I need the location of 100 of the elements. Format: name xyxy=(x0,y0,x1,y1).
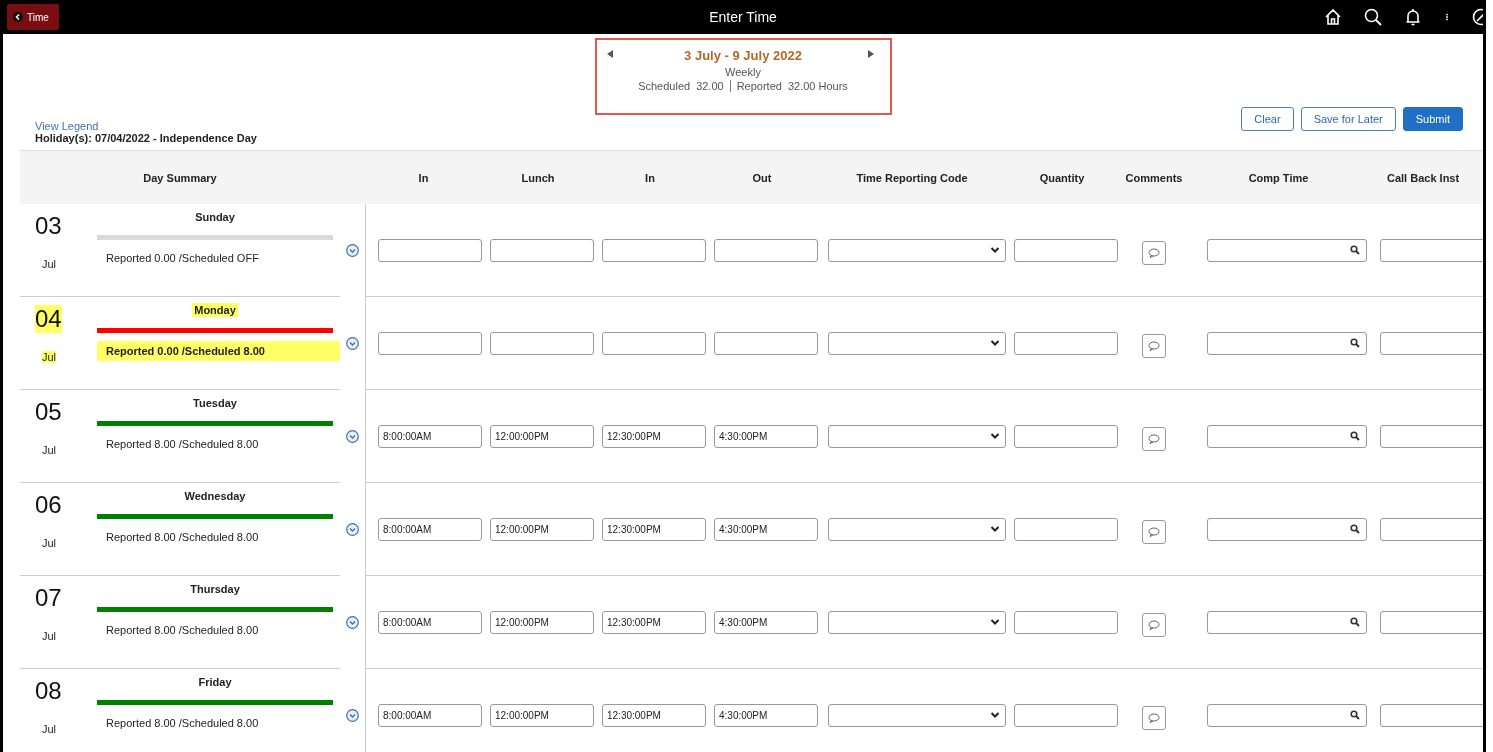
search-icon xyxy=(1350,245,1360,255)
chevron-down-icon xyxy=(990,524,1000,534)
quantity-field[interactable] xyxy=(1014,610,1118,634)
time-reporting-code-dropdown[interactable] xyxy=(828,238,1006,262)
comment-button[interactable] xyxy=(1142,613,1166,637)
column-header: Comments xyxy=(1124,171,1184,184)
comp-time-field[interactable] xyxy=(1207,331,1367,355)
column-header: Out xyxy=(751,171,773,184)
time-field[interactable]: 8:00:00AM xyxy=(378,703,482,727)
chevron-down-icon xyxy=(990,617,1000,627)
time-reporting-code-dropdown[interactable] xyxy=(828,424,1006,448)
holiday-note: Holiday(s): 07/04/2022 - Independence Day xyxy=(35,132,258,144)
quantity-field[interactable] xyxy=(1014,331,1118,355)
comp-time-field[interactable] xyxy=(1207,424,1367,448)
expand-icon[interactable] xyxy=(346,523,359,536)
expand-icon[interactable] xyxy=(346,616,359,629)
previous-arrow-icon[interactable] xyxy=(606,50,613,58)
time-field[interactable] xyxy=(490,238,594,262)
comp-time-field[interactable] xyxy=(1207,517,1367,541)
time-field[interactable]: 8:00:00AM xyxy=(378,424,482,448)
time-reporting-code-dropdown[interactable] xyxy=(828,610,1006,634)
next-arrow-icon[interactable] xyxy=(867,50,874,58)
time-field[interactable] xyxy=(602,238,706,262)
comp-time-field[interactable] xyxy=(1207,238,1367,262)
time-field[interactable]: 12:30:00PM xyxy=(602,517,706,541)
time-field[interactable]: 4:30:00PM xyxy=(714,424,818,448)
time-field[interactable]: 12:30:00PM xyxy=(602,424,706,448)
submit-button[interactable]: Submit xyxy=(1402,107,1463,131)
weekday-label: Friday xyxy=(197,675,233,689)
chevron-down-icon xyxy=(990,431,1000,441)
comp-time-field[interactable] xyxy=(1207,610,1367,634)
day-summary-text: Reported 0.00 /Scheduled OFF xyxy=(105,251,260,266)
day-number: 05 xyxy=(35,398,62,426)
column-header: In xyxy=(644,171,656,184)
quantity-field[interactable] xyxy=(1014,703,1118,727)
comment-button[interactable] xyxy=(1142,241,1166,265)
search-icon xyxy=(1350,431,1360,441)
call-back-field[interactable] xyxy=(1380,238,1483,262)
action-button[interactable]: Save for Later xyxy=(1300,107,1396,131)
expand-icon[interactable] xyxy=(346,430,359,443)
speech-bubble-icon xyxy=(1148,341,1160,351)
quantity-field[interactable] xyxy=(1014,517,1118,541)
comp-time-field[interactable] xyxy=(1207,703,1367,727)
speech-bubble-icon xyxy=(1148,248,1160,258)
month-label: Jul xyxy=(42,258,57,270)
column-header: Time Reporting Code xyxy=(855,171,969,184)
expand-icon[interactable] xyxy=(346,337,359,350)
call-back-field[interactable] xyxy=(1380,331,1483,355)
day-summary-text: Reported 8.00 /Scheduled 8.00 xyxy=(105,716,260,731)
scheduled-hours: 32.00 xyxy=(696,80,724,92)
time-field[interactable]: 12:30:00PM xyxy=(602,703,706,727)
time-field[interactable]: 4:30:00PM xyxy=(714,610,818,634)
quantity-field[interactable] xyxy=(1014,424,1118,448)
call-back-field[interactable] xyxy=(1380,610,1483,634)
day-summary-text: Reported 8.00 /Scheduled 8.00 xyxy=(105,437,260,452)
view-legend-link[interactable]: View Legend xyxy=(35,120,595,132)
weekday-label: Tuesday xyxy=(192,396,238,410)
month-label: Jul xyxy=(42,630,57,642)
time-reporting-code-dropdown[interactable] xyxy=(828,703,1006,727)
chevron-left-icon xyxy=(13,12,23,22)
reported-hours: 32.00 Hours xyxy=(787,80,848,92)
time-field[interactable] xyxy=(378,331,482,355)
time-field[interactable]: 8:00:00AM xyxy=(378,610,482,634)
time-field[interactable]: 12:00:00PM xyxy=(490,610,594,634)
comment-button[interactable] xyxy=(1142,427,1166,451)
expand-icon[interactable] xyxy=(346,244,359,257)
time-field[interactable] xyxy=(714,238,818,262)
comment-button[interactable] xyxy=(1142,520,1166,544)
speech-bubble-icon xyxy=(1148,527,1160,537)
month-label: Jul xyxy=(42,444,57,456)
column-header: Comp Time xyxy=(1247,171,1310,184)
expand-icon[interactable] xyxy=(346,709,359,722)
time-field[interactable]: 4:30:00PM xyxy=(714,703,818,727)
quantity-field[interactable] xyxy=(1014,238,1118,262)
day-summary-text: Reported 0.00 /Scheduled 8.00 xyxy=(97,341,340,361)
search-icon[interactable] xyxy=(1363,7,1383,27)
action-button[interactable]: Clear xyxy=(1241,107,1294,131)
call-back-field[interactable] xyxy=(1380,517,1483,541)
time-reporting-code-dropdown[interactable] xyxy=(828,517,1006,541)
comment-button[interactable] xyxy=(1142,334,1166,358)
home-icon[interactable] xyxy=(1323,7,1343,27)
time-field[interactable] xyxy=(602,331,706,355)
weekday-label: Wednesday xyxy=(183,489,247,503)
call-back-field[interactable] xyxy=(1380,424,1483,448)
time-field[interactable] xyxy=(378,238,482,262)
day-number: 06 xyxy=(35,491,62,519)
call-back-field[interactable] xyxy=(1380,703,1483,727)
time-field[interactable]: 12:00:00PM xyxy=(490,517,594,541)
time-field[interactable]: 12:00:00PM xyxy=(490,424,594,448)
time-field[interactable]: 12:30:00PM xyxy=(602,610,706,634)
back-button[interactable]: Time xyxy=(7,4,59,30)
time-reporting-code-dropdown[interactable] xyxy=(828,331,1006,355)
comment-button[interactable] xyxy=(1142,706,1166,730)
time-field[interactable] xyxy=(714,331,818,355)
time-field[interactable]: 4:30:00PM xyxy=(714,517,818,541)
day-summary-text: Reported 8.00 /Scheduled 8.00 xyxy=(105,530,260,545)
time-field[interactable]: 8:00:00AM xyxy=(378,517,482,541)
time-field[interactable] xyxy=(490,331,594,355)
time-field[interactable]: 12:00:00PM xyxy=(490,703,594,727)
column-header: Lunch xyxy=(520,171,556,184)
